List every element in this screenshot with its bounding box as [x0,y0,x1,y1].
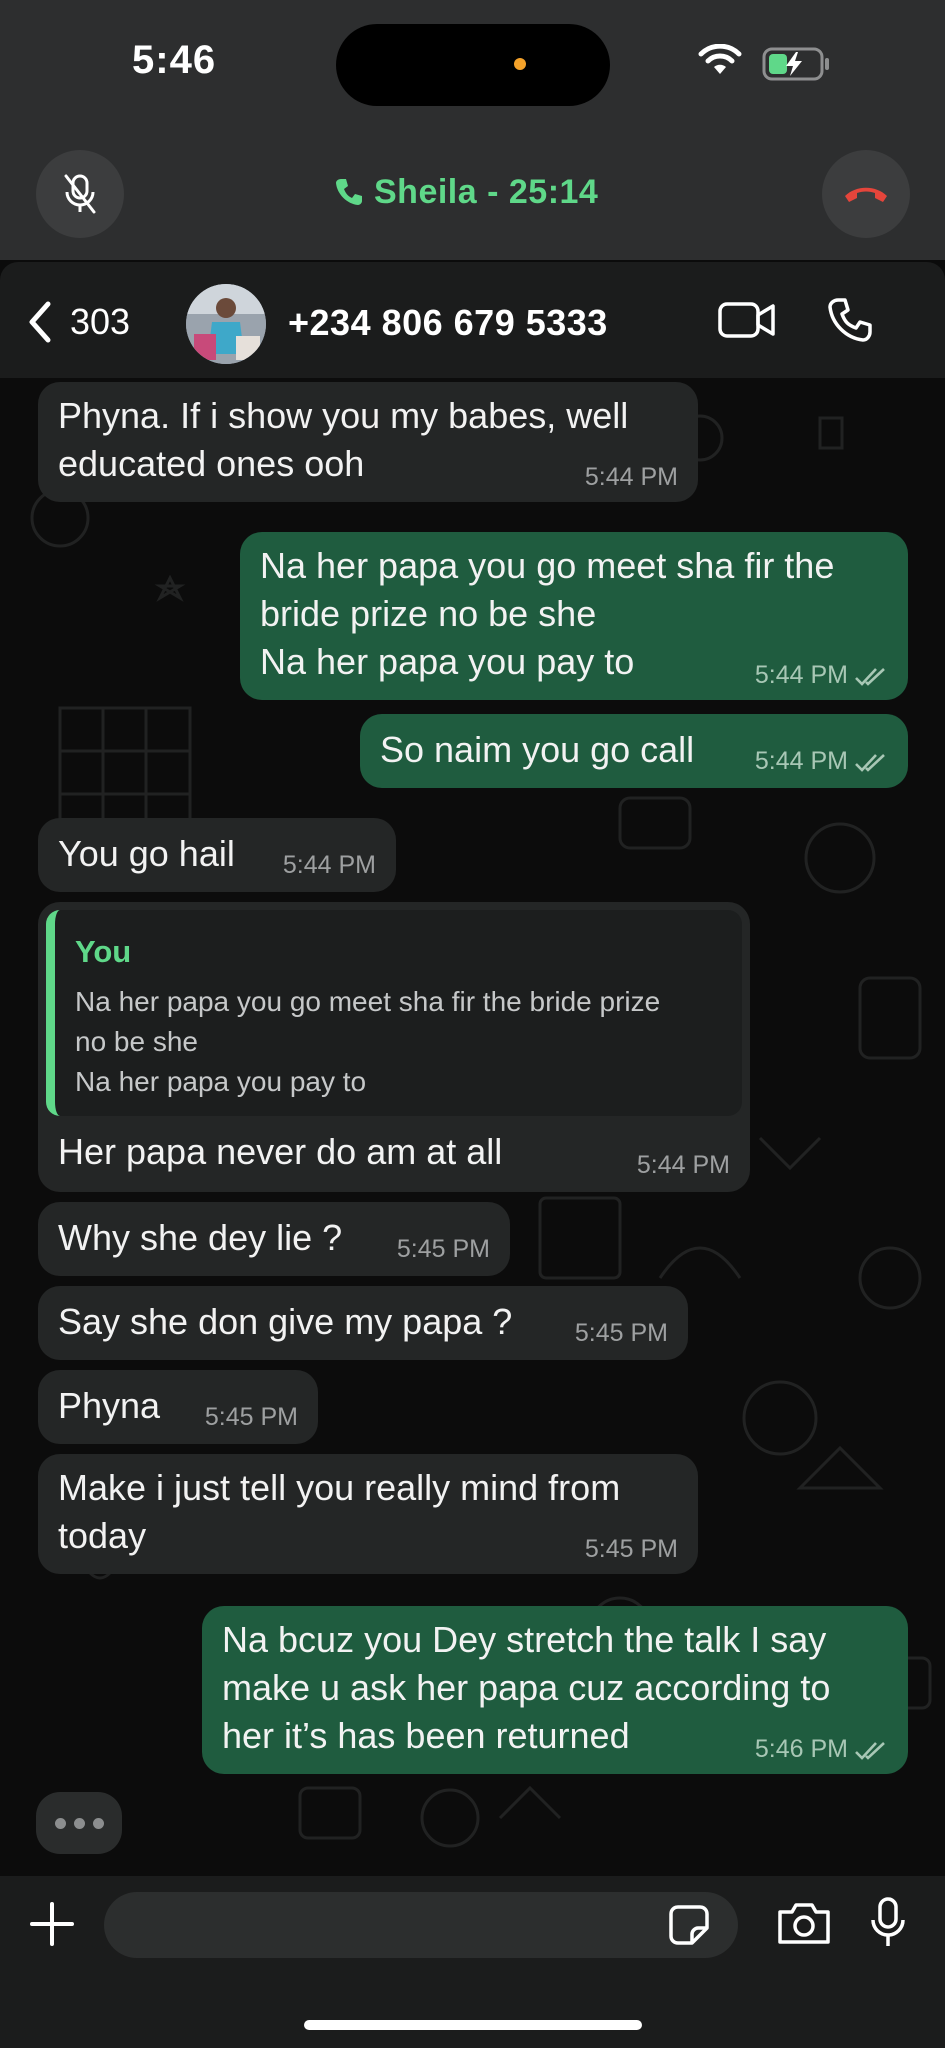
unread-count: 303 [70,301,131,342]
voice-call-icon[interactable] [826,296,874,344]
call-name-duration: Sheila - 25:14 [374,172,599,211]
quoted-message[interactable]: You Na her papa you go meet sha fir the … [46,910,742,1116]
video-call-icon[interactable] [718,300,776,340]
chevron-left-icon [29,301,51,343]
message-text: Phyna. If i show you my babes, well [58,395,629,436]
home-indicator[interactable] [304,2020,642,2030]
message-time: 5:45 PM [574,1319,668,1347]
message-outgoing[interactable]: Na bcuz you Dey stretch the talk I say m… [202,1606,908,1774]
message-outgoing[interactable]: Na her papa you go meet sha fir the brid… [240,532,908,700]
typing-indicator [36,1792,122,1854]
quoted-author: You [75,934,132,969]
read-ticks-icon [855,1742,885,1760]
message-text: Why she dey lie ? [58,1217,343,1258]
read-ticks-icon [855,754,885,772]
quoted-line: no be she [75,1026,198,1057]
phone-icon [336,179,362,205]
back-button[interactable]: 303 [26,300,130,344]
mute-button[interactable] [36,150,124,238]
message-text: bride prize no be she [260,593,597,634]
microphone-icon[interactable] [868,1896,908,1950]
message-incoming[interactable]: Phyna 5:45 PM [38,1370,318,1444]
message-incoming[interactable]: Make i just tell you really mind from to… [38,1454,698,1574]
message-incoming[interactable]: Phyna. If i show you my babes, well educ… [38,382,698,502]
message-text: Phyna [58,1385,161,1426]
read-ticks-icon [855,668,885,686]
message-text: Na bcuz you Dey stretch the talk I say [222,1619,827,1660]
message-incoming[interactable]: Say she don give my papa ? 5:45 PM [38,1286,688,1360]
message-text: Make i just tell you really mind from [58,1467,621,1508]
sticker-icon[interactable] [668,1904,710,1946]
message-text: Na her papa you go meet sha fir the [260,545,835,586]
avatar[interactable] [186,284,266,364]
camera-icon[interactable] [776,1900,832,1946]
message-outgoing[interactable]: So naim you go call 5:44 PM [360,714,908,788]
wifi-icon [698,44,742,74]
mic-off-icon [64,174,96,214]
message-incoming[interactable]: Why she dey lie ? 5:45 PM [38,1202,510,1276]
message-time: 5:44 PM [282,851,376,879]
message-text: You go hail [58,833,235,874]
message-text: make u ask her papa cuz according to [222,1667,831,1708]
quoted-line: Na her papa you go meet sha fir the brid… [75,986,661,1017]
end-call-icon [845,187,887,202]
message-time: 5:44 PM [754,661,848,689]
message-time: 5:44 PM [584,463,678,491]
message-time: 5:45 PM [584,1535,678,1563]
privacy-indicator [514,58,526,70]
message-incoming-reply[interactable]: You Na her papa you go meet sha fir the … [38,902,750,1192]
message-time: 5:44 PM [636,1151,730,1179]
status-time: 5:46 [132,38,217,82]
quoted-text: Na her papa you go meet sha fir the brid… [75,982,755,1102]
dynamic-island [336,24,610,106]
message-list[interactable]: Phyna. If i show you my babes, well educ… [0,378,945,1876]
call-title[interactable]: Sheila - 25:14 [334,168,598,216]
message-text: Her papa never do am at all [58,1131,503,1172]
message-time: 5:44 PM [754,747,848,775]
message-text: Say she don give my papa ? [58,1301,513,1342]
battery-charging-icon [762,47,829,81]
message-incoming[interactable]: You go hail 5:44 PM [38,818,396,892]
message-input[interactable] [104,1892,738,1958]
message-time: 5:45 PM [204,1403,298,1431]
quoted-line: Na her papa you pay to [75,1066,367,1097]
message-time: 5:46 PM [754,1735,848,1763]
contact-name[interactable]: +234 806 679 5333 [288,302,608,344]
message-time: 5:45 PM [396,1235,490,1263]
plus-icon[interactable] [28,1900,76,1948]
message-text: So naim you go call [380,729,695,770]
end-call-button[interactable] [822,150,910,238]
